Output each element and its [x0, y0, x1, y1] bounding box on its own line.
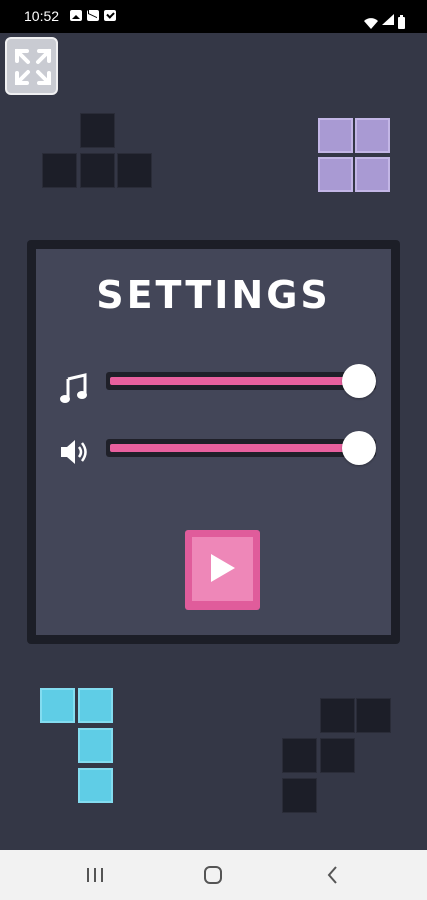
tetromino-block [78, 768, 113, 803]
tetromino-block [40, 688, 75, 723]
tetromino-block [355, 157, 390, 192]
music-volume-knob[interactable] [342, 364, 376, 398]
status-time: 10:52 [24, 8, 60, 24]
tetromino-block [320, 698, 355, 733]
tetromino-block [42, 153, 77, 188]
wifi-icon [364, 18, 378, 29]
sound-volume-slider[interactable] [106, 431, 376, 465]
back-icon [327, 866, 337, 884]
image-icon [70, 10, 82, 21]
tetromino-block [78, 728, 113, 763]
tetromino-block [117, 153, 152, 188]
tetromino-block [78, 688, 113, 723]
play-button[interactable] [185, 530, 260, 610]
fullscreen-button[interactable] [5, 37, 58, 95]
settings-panel-body: SETTINGS [36, 249, 391, 635]
tetromino-block [320, 738, 355, 773]
music-volume-slider[interactable] [106, 364, 376, 398]
settings-panel: SETTINGS [27, 240, 400, 644]
expand-icon [15, 49, 51, 85]
recent-apps-icon [87, 868, 103, 882]
home-icon [204, 866, 222, 884]
status-bar: 10:52 [0, 0, 427, 33]
tetromino-block [356, 698, 391, 733]
speaker-icon [58, 435, 92, 469]
tetromino-block [282, 738, 317, 773]
sound-volume-knob[interactable] [342, 431, 376, 465]
home-button[interactable] [198, 862, 228, 888]
tetromino-block [355, 118, 390, 153]
back-button[interactable] [318, 862, 348, 888]
signal-icon [382, 10, 394, 29]
tetromino-block [318, 118, 353, 153]
notification-icons [70, 10, 116, 21]
play-icon [211, 554, 235, 582]
tetromino-block [318, 157, 353, 192]
music-note-icon [58, 371, 92, 405]
sound-volume-fill [110, 444, 362, 452]
settings-title: SETTINGS [96, 273, 331, 317]
battery-icon [398, 15, 405, 29]
recent-apps-button[interactable] [80, 862, 110, 888]
tetromino-block [282, 778, 317, 813]
check-icon [104, 10, 116, 21]
system-icons [364, 10, 405, 29]
mail-icon [87, 10, 99, 21]
music-volume-fill [110, 377, 362, 385]
navigation-bar [0, 850, 427, 900]
tetromino-block [80, 153, 115, 188]
tetromino-block [80, 113, 115, 148]
